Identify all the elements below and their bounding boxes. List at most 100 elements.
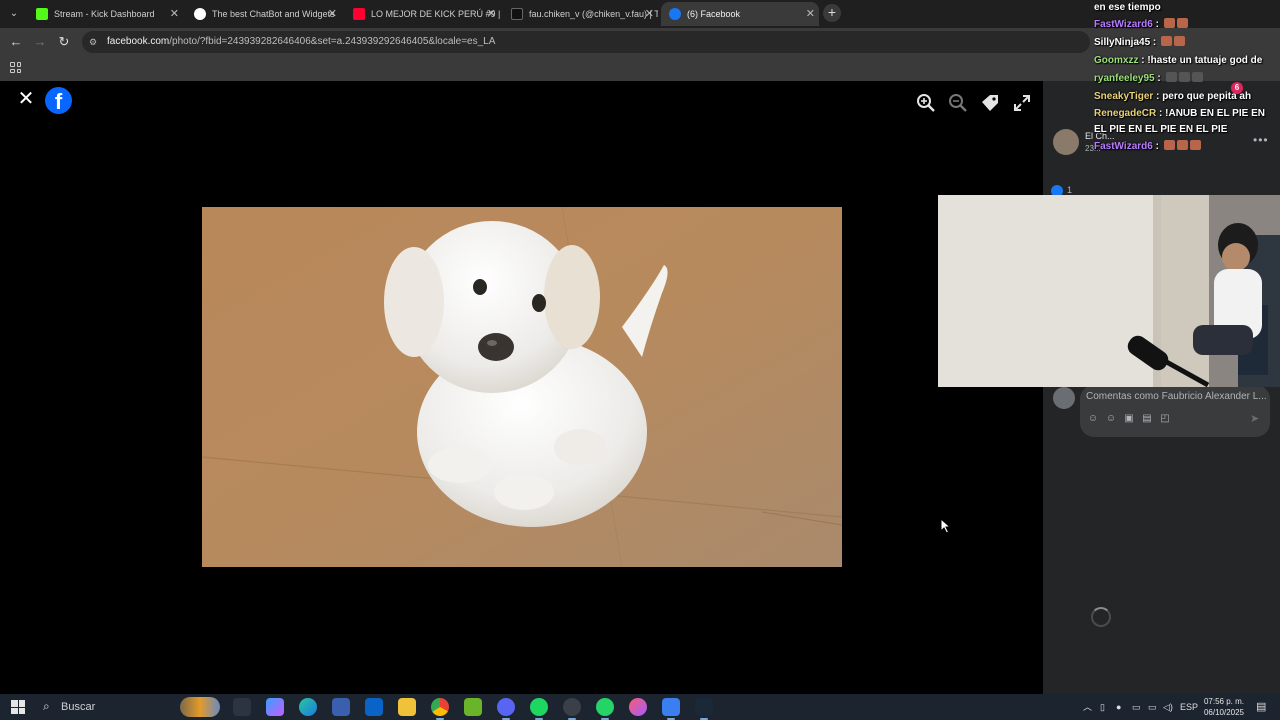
chat-message: en ese tiempo	[1094, 0, 1280, 16]
address-bar[interactable]: ⚙ facebook.com/photo/?fbid=2439392826464…	[82, 31, 1090, 53]
camera-icon[interactable]: ▣	[1123, 413, 1135, 425]
obs-icon[interactable]	[563, 698, 581, 720]
spotify-icon[interactable]	[530, 698, 548, 720]
url-path: /photo/?fbid=243939282646406&set=a.24393…	[169, 36, 496, 47]
photo-viewer: ✕ f	[0, 81, 1043, 694]
tiktok-icon	[511, 8, 523, 20]
taskbar-search[interactable]: ⌕ Buscar	[36, 694, 226, 720]
tab-tiktok[interactable]: fau.chiken_v (@chiken_v.fau) | T ✕	[503, 2, 658, 26]
send-icon[interactable]: ➤	[1250, 412, 1259, 425]
network-icon[interactable]: ▭	[1148, 694, 1157, 720]
photo-details-panel: El Ch... 23... ••• 1 Comentas como Faubr…	[1043, 81, 1280, 694]
tab-close-icon[interactable]: ✕	[170, 2, 179, 26]
webcam-overlay	[938, 195, 1280, 387]
taskbar-clock[interactable]: 07:56 p. m. 06/10/2025	[1196, 696, 1252, 718]
zoom-in-icon[interactable]	[916, 93, 936, 113]
chat-message: RenegadeCR : !ANUB EN EL PIE EN EL PIE E…	[1094, 108, 1265, 135]
fullscreen-icon[interactable]	[1012, 93, 1032, 113]
youtube-icon	[353, 8, 365, 20]
bookmarks-bar	[0, 56, 1280, 81]
poster-avatar[interactable]	[1053, 129, 1079, 155]
steam-icon[interactable]	[695, 698, 713, 720]
comment-placeholder: Comentas como Faubricio Alexander L...	[1086, 391, 1266, 402]
windows-taskbar: ⌕ Buscar ︿ ▯ ● ▭ ▭ ◁) ESP 07:56 p. m. 06…	[0, 694, 1280, 720]
reload-icon[interactable]: ↻	[55, 33, 73, 51]
tab-close-icon[interactable]: ✕	[645, 2, 654, 26]
like-count[interactable]: 1	[1067, 185, 1072, 195]
zoom-out-icon[interactable]	[948, 93, 968, 113]
chat-username: SneakyTiger	[1094, 91, 1154, 102]
chat-message: FastWizard6 :	[1094, 138, 1280, 156]
chat-username: FastWizard6	[1094, 141, 1153, 152]
tab-label: LO MEJOR DE KICK PERÚ #9 | F	[371, 9, 500, 19]
chat-emote-icon	[1189, 140, 1201, 150]
whatsapp-icon[interactable]	[596, 698, 614, 720]
edge-icon[interactable]	[299, 698, 317, 716]
app-icon[interactable]	[662, 698, 680, 720]
tab-youtube-kick-peru[interactable]: LO MEJOR DE KICK PERÚ #9 | F ✕	[345, 2, 500, 26]
site-info-icon[interactable]: ⚙	[89, 36, 101, 48]
tray-mic-icon[interactable]: ●	[1116, 694, 1121, 720]
windows-start-icon[interactable]	[11, 700, 25, 714]
gif-icon[interactable]: ▤	[1141, 413, 1153, 425]
sticker-icon[interactable]: ◰	[1159, 413, 1171, 425]
chat-username: FastWizard6	[1094, 19, 1153, 30]
clock-date: 06/10/2025	[1203, 708, 1245, 717]
tag-icon[interactable]	[980, 93, 1000, 113]
notification-badge: 6	[1231, 82, 1243, 94]
taskbar-search-label: Buscar	[61, 701, 96, 713]
loading-spinner-icon	[1091, 607, 1111, 627]
chat-emote-icon	[1161, 36, 1173, 46]
tab-close-icon[interactable]: ✕	[806, 2, 815, 26]
emoji-icon[interactable]: ☺	[1105, 413, 1117, 425]
chat-emote-icon	[1163, 18, 1175, 28]
chat-username: RenegadeCR	[1094, 108, 1157, 119]
nvidia-icon[interactable]	[464, 698, 482, 716]
chat-emote-icon	[1163, 140, 1175, 150]
close-icon[interactable]: ✕	[16, 89, 36, 109]
tab-close-icon[interactable]: ✕	[328, 2, 337, 26]
chat-message: SillyNinja45 :	[1094, 34, 1280, 52]
chat-username: Goomxzz	[1094, 55, 1139, 66]
chat-emote-icon	[1178, 72, 1190, 82]
itunes-icon[interactable]	[629, 698, 647, 716]
back-arrow-icon[interactable]: ←	[7, 33, 25, 51]
tray-app-icon[interactable]: ▭	[1132, 694, 1141, 720]
chat-emote-icon	[1174, 36, 1186, 46]
copilot-icon[interactable]	[266, 698, 284, 716]
facebook-logo-icon[interactable]: f	[45, 87, 72, 114]
chat-message: SneakyTiger : pero que pepita ah	[1094, 91, 1252, 102]
chrome-icon[interactable]	[431, 698, 449, 720]
new-tab-button[interactable]: +	[823, 4, 841, 22]
volume-icon[interactable]: ◁)	[1163, 694, 1173, 720]
chat-emote-icon	[1165, 72, 1177, 82]
tab-kick-dashboard[interactable]: Stream - Kick Dashboard ✕	[28, 2, 183, 26]
notifications-icon[interactable]: ▤	[1256, 694, 1266, 720]
chat-username: SillyNinja45	[1094, 37, 1151, 48]
mouse-cursor-icon	[940, 518, 952, 534]
chat-text: !haste un tatuaje god de	[1147, 55, 1263, 66]
tab-close-icon[interactable]: ✕	[487, 2, 496, 26]
browser-toolbar: ← → ↻ ⚙ facebook.com/photo/?fbid=2439392…	[0, 28, 1280, 56]
comment-input[interactable]: Comentas como Faubricio Alexander L... ☺…	[1080, 385, 1270, 437]
tray-battery-icon[interactable]: ▯	[1100, 694, 1105, 720]
stream-chat-overlay: en ese tiempo FastWizard6 : SillyNinja45…	[1094, 0, 1280, 156]
tray-chevron-icon[interactable]: ︿	[1083, 694, 1092, 720]
tab-facebook[interactable]: (6) Facebook ✕	[661, 2, 819, 26]
apps-grid-icon[interactable]	[10, 62, 21, 73]
forward-arrow-icon[interactable]: →	[31, 33, 49, 51]
microsoft-store-icon[interactable]	[332, 698, 350, 716]
task-view-icon[interactable]	[233, 698, 251, 716]
tab-chatbot-widgets[interactable]: The best ChatBot and Widgets ✕	[186, 2, 341, 26]
tab-label: (6) Facebook	[687, 9, 741, 19]
search-icon: ⌕	[43, 699, 50, 713]
tab-search-chevron-icon[interactable]: ⌄	[4, 4, 24, 24]
avatar-sticker-icon[interactable]: ☺	[1087, 413, 1099, 425]
tab-label: fau.chiken_v (@chiken_v.fau) | T	[529, 9, 658, 19]
outlook-icon[interactable]	[365, 698, 383, 716]
browser-tabstrip: ⌄ Stream - Kick Dashboard ✕ The best Cha…	[0, 0, 1280, 28]
facebook-icon	[669, 8, 681, 20]
discord-icon[interactable]	[497, 698, 515, 720]
file-explorer-icon[interactable]	[398, 698, 416, 716]
chat-message: FastWizard6 :	[1094, 16, 1280, 34]
